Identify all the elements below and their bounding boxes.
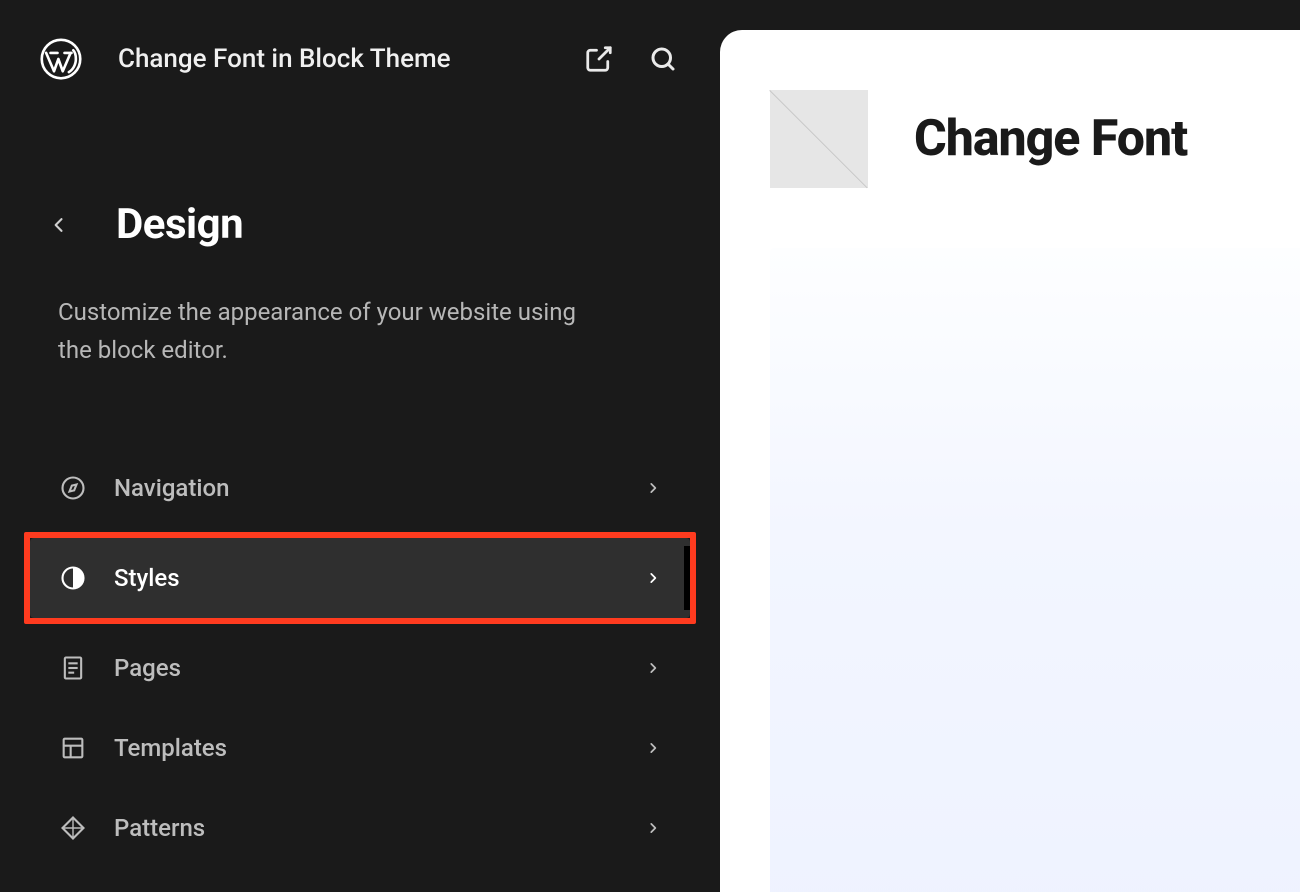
- wordpress-logo-icon[interactable]: [40, 38, 82, 80]
- menu-item-label: Patterns: [114, 814, 644, 842]
- diamond-icon: [58, 813, 88, 843]
- menu-item-label: Navigation: [114, 474, 644, 502]
- chevron-right-icon: [644, 819, 662, 837]
- menu-item-styles[interactable]: Styles: [30, 538, 690, 618]
- menu-item-patterns[interactable]: Patterns: [30, 788, 690, 868]
- panel-description: Customize the appearance of your website…: [0, 293, 650, 370]
- sidebar-topbar: Change Font in Block Theme: [0, 0, 720, 80]
- chevron-right-icon: [644, 569, 662, 587]
- page-icon: [58, 653, 88, 683]
- view-site-icon[interactable]: [582, 42, 616, 76]
- site-preview-panel[interactable]: Change Font: [720, 30, 1300, 892]
- layout-icon: [58, 733, 88, 763]
- menu-item-label: Templates: [114, 734, 644, 762]
- chevron-right-icon: [644, 739, 662, 757]
- site-title: Change Font in Block Theme: [100, 44, 564, 74]
- menu-item-label: Styles: [114, 564, 644, 592]
- panel-header: Design: [0, 200, 720, 249]
- menu-item-label: Pages: [114, 654, 644, 682]
- half-circle-icon: [58, 563, 88, 593]
- preview-content-area: [770, 248, 1300, 892]
- search-icon[interactable]: [646, 42, 680, 76]
- menu-item-pages[interactable]: Pages: [30, 628, 690, 708]
- menu-item-templates[interactable]: Templates: [30, 708, 690, 788]
- preview-header: Change Font: [720, 30, 1300, 188]
- panel-title: Design: [116, 200, 243, 249]
- site-editor-sidebar: Change Font in Block Theme Design Custom…: [0, 0, 720, 892]
- menu-item-navigation[interactable]: Navigation: [30, 448, 690, 528]
- chevron-right-icon: [644, 479, 662, 497]
- highlight-annotation: Styles: [24, 532, 696, 624]
- site-logo-placeholder: [770, 90, 868, 188]
- chevron-right-icon: [644, 659, 662, 677]
- design-menu: Navigation Styles Pages: [0, 448, 720, 868]
- compass-icon: [58, 473, 88, 503]
- back-button[interactable]: [40, 206, 78, 244]
- preview-site-title: Change Font: [914, 110, 1187, 168]
